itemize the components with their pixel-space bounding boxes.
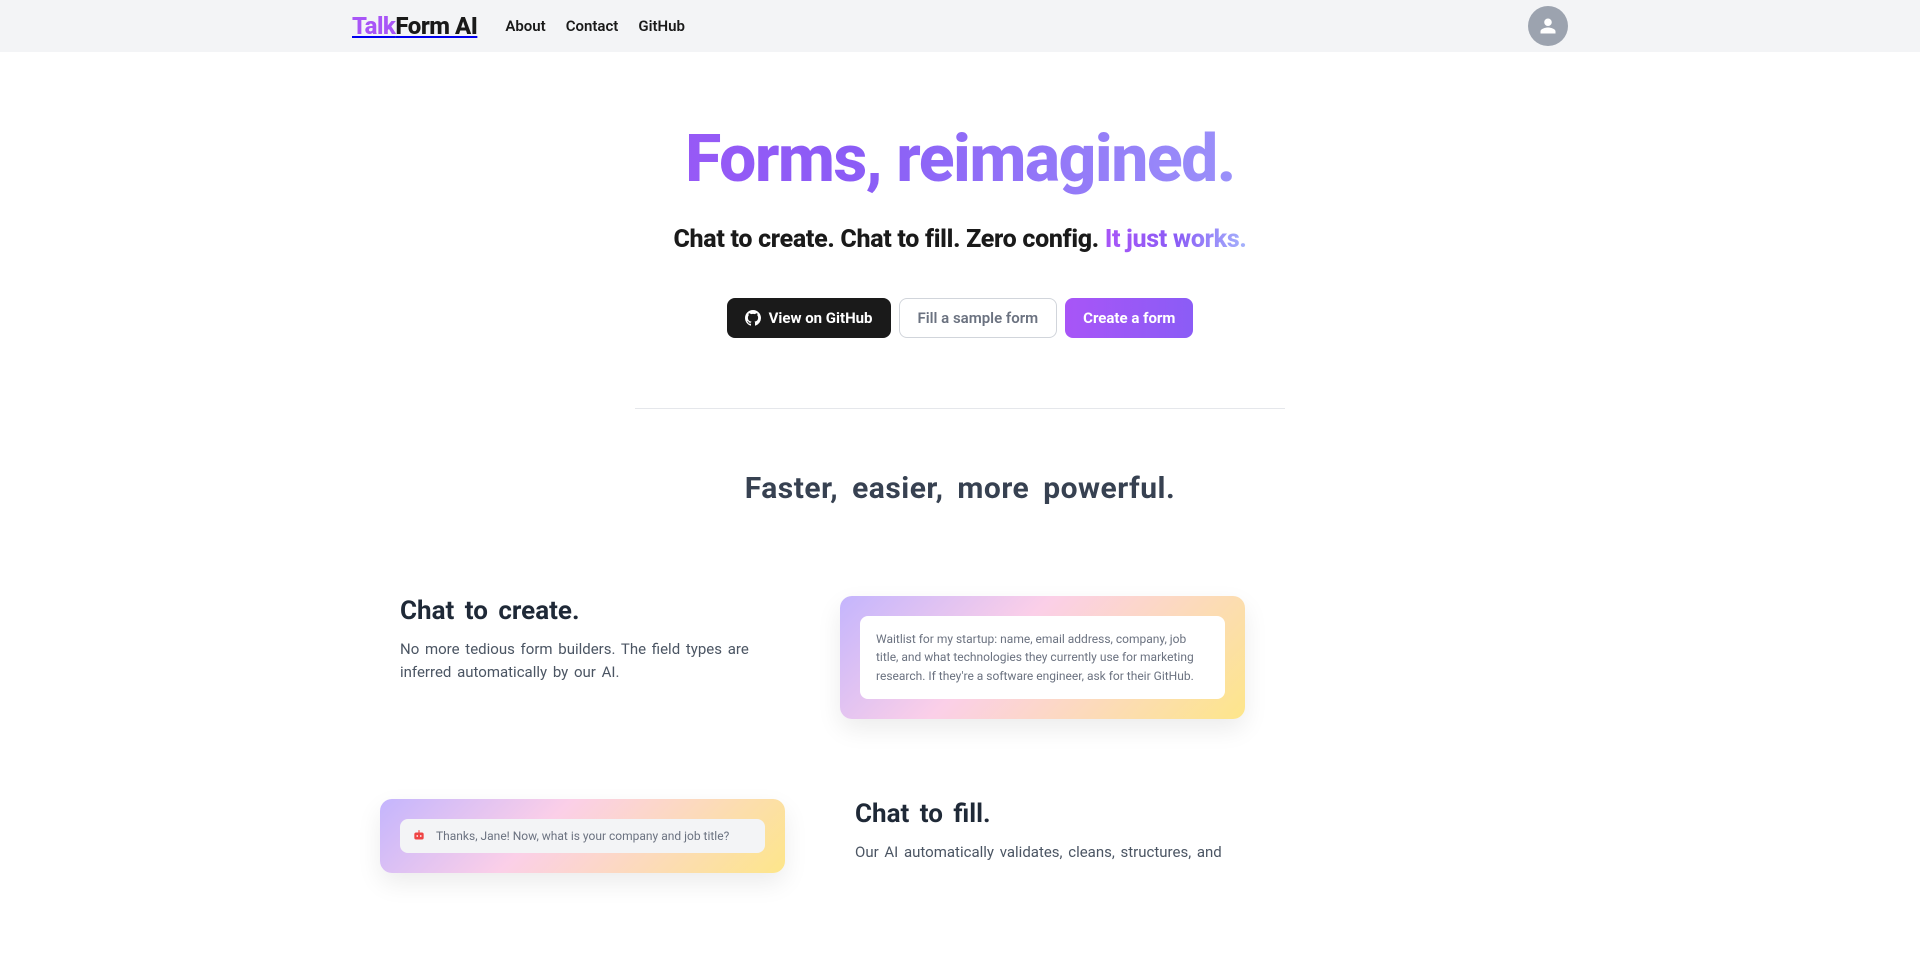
feature-1-desc: No more tedious form builders. The field… (400, 638, 780, 685)
feature-2-card: Thanks, Jane! Now, what is your company … (380, 799, 785, 873)
logo[interactable]: TalkForm AI (352, 12, 477, 40)
feature-2-desc: Our AI automatically validates, cleans, … (855, 841, 1540, 864)
hero-sub-grad: It just works. (1105, 225, 1247, 254)
feature-1-card-text: Waitlist for my startup: name, email add… (860, 616, 1225, 700)
feature-2-card-inner: Thanks, Jane! Now, what is your company … (400, 819, 765, 853)
fill-sample-button[interactable]: Fill a sample form (899, 298, 1058, 338)
hero-title: Forms, reimagined. (430, 124, 1490, 197)
github-button-label: View on GitHub (769, 309, 873, 327)
nav-contact[interactable]: Contact (566, 17, 619, 35)
feature-1-text: Chat to create. No more tedious form bui… (380, 596, 780, 685)
logo-talk: Talk (352, 12, 395, 40)
feature-row-1: Chat to create. No more tedious form bui… (380, 596, 1540, 720)
cta-row: View on GitHub Fill a sample form Create… (430, 298, 1490, 338)
feature-1-heading: Chat to create. (400, 596, 780, 626)
user-icon (1539, 17, 1557, 35)
bot-icon (412, 829, 426, 843)
feature-row-2: Thanks, Jane! Now, what is your company … (380, 799, 1540, 873)
header: TalkForm AI About Contact GitHub (0, 0, 1920, 52)
feature-2-card-text: Thanks, Jane! Now, what is your company … (436, 829, 729, 843)
sample-button-label: Fill a sample form (918, 309, 1039, 327)
user-menu-button[interactable] (1528, 6, 1568, 46)
create-form-button[interactable]: Create a form (1065, 298, 1193, 338)
logo-form: Form AI (395, 12, 477, 40)
create-button-label: Create a form (1083, 309, 1175, 327)
github-icon (745, 310, 761, 326)
features: Chat to create. No more tedious form bui… (360, 596, 1560, 874)
nav-about[interactable]: About (505, 17, 545, 35)
header-left: TalkForm AI About Contact GitHub (352, 12, 685, 40)
divider (635, 408, 1285, 409)
hero: Forms, reimagined. Chat to create. Chat … (410, 52, 1510, 338)
feature-2-text: Chat to fill. Our AI automatically valid… (825, 799, 1540, 864)
header-inner: TalkForm AI About Contact GitHub (320, 6, 1600, 46)
hero-subtitle: Chat to create. Chat to fill. Zero confi… (430, 225, 1490, 254)
nav: About Contact GitHub (505, 17, 685, 35)
feature-2-heading: Chat to fill. (855, 799, 1540, 829)
section-title: Faster, easier, more powerful. (0, 471, 1920, 506)
nav-github[interactable]: GitHub (638, 17, 685, 35)
view-on-github-button[interactable]: View on GitHub (727, 298, 891, 338)
feature-1-card: Waitlist for my startup: name, email add… (840, 596, 1245, 720)
hero-sub-plain: Chat to create. Chat to fill. Zero confi… (673, 225, 1104, 254)
